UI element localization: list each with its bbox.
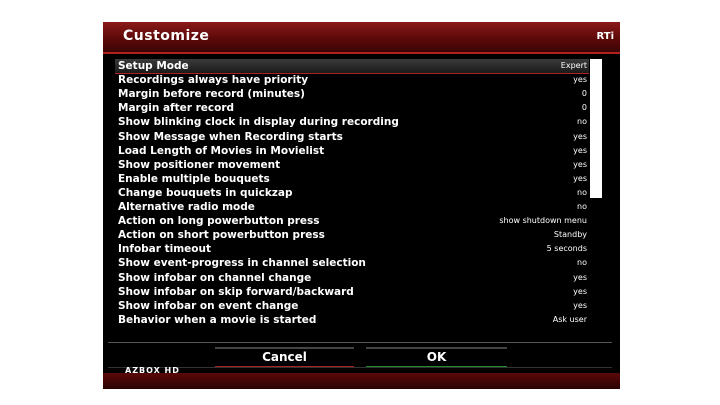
setting-label: Action on long powerbutton press — [118, 215, 320, 228]
divider — [108, 367, 612, 368]
setting-label: Infobar timeout — [118, 243, 211, 256]
divider — [108, 342, 612, 343]
setting-value: yes — [573, 75, 587, 85]
setting-value: no — [577, 187, 587, 197]
setting-row[interactable]: Show infobar on event change yes — [115, 299, 589, 313]
setting-value: yes — [573, 131, 587, 141]
setting-label: Action on short powerbutton press — [118, 229, 325, 242]
setting-row[interactable]: Show Message when Recording starts yes — [115, 130, 589, 144]
window-title: Customize — [123, 28, 210, 44]
setting-row[interactable]: Infobar timeout 5 seconds — [115, 242, 589, 256]
setting-value: yes — [573, 286, 587, 296]
settings-list: Setup Mode Expert Recordings always have p… — [115, 59, 589, 327]
setting-value: Standby — [553, 230, 587, 240]
setting-row[interactable]: Margin before record (minutes) 0 — [115, 87, 589, 101]
setting-label: Alternative radio mode — [118, 201, 255, 213]
setting-label: Show Message when Recording starts — [118, 130, 343, 143]
setting-value: yes — [573, 300, 587, 310]
setting-value: 0 — [581, 103, 587, 113]
setting-label: Show positioner movement — [118, 158, 281, 171]
setting-row[interactable]: Show blinking clock in display during re… — [115, 115, 589, 129]
customize-window: Customize RTi Setup Mode Expert Recordings… — [103, 22, 620, 389]
setting-label: Recordings always have priority — [118, 74, 309, 87]
setting-label: Show infobar on event change — [118, 299, 299, 312]
setting-value: yes — [573, 272, 587, 282]
scrollbar[interactable] — [590, 59, 602, 327]
setting-row[interactable]: Enable multiple bouquets yes — [115, 172, 589, 186]
setting-value: no — [577, 202, 587, 211]
setting-label: Margin after record — [118, 102, 235, 115]
setting-value: 5 seconds — [546, 244, 587, 254]
setting-value: yes — [573, 159, 587, 169]
setting-row[interactable]: Margin after record 0 — [115, 101, 589, 115]
scrollbar-thumb[interactable] — [590, 59, 602, 199]
setting-value: show shutdown menu — [499, 216, 587, 226]
setting-label: Load Length of Movies in Movielist — [118, 144, 325, 157]
setting-label: Setup Mode — [118, 60, 189, 72]
setting-value: Expert — [560, 61, 587, 70]
setting-value: Ask user — [552, 314, 587, 324]
setting-row[interactable]: Load Length of Movies in Movielist yes — [115, 144, 589, 158]
cancel-button[interactable]: Cancel — [215, 347, 354, 368]
setting-label: Margin before record (minutes) — [118, 88, 305, 101]
setting-row[interactable]: Recordings always have priority yes — [115, 73, 589, 87]
setting-value: yes — [573, 173, 587, 183]
setting-row[interactable]: Action on long powerbutton press show shu… — [115, 214, 589, 228]
setting-label: Show infobar on channel change — [118, 271, 312, 284]
setting-row[interactable]: Setup Mode Expert — [115, 59, 589, 74]
setting-row[interactable]: Show infobar on channel change yes — [115, 271, 589, 285]
setting-label: Enable multiple bouquets — [118, 172, 270, 185]
title-bar: Customize RTi — [103, 22, 620, 54]
setting-row[interactable]: Change bouquets in quickzap no — [115, 186, 589, 200]
setting-label: Show blinking clock in display during re… — [118, 116, 399, 129]
setting-value: 0 — [581, 89, 587, 99]
setting-value: yes — [573, 145, 587, 155]
setting-row[interactable]: Action on short powerbutton press Standby — [115, 228, 589, 242]
setting-label: Change bouquets in quickzap — [118, 186, 293, 199]
setting-value: no — [577, 117, 587, 127]
ok-button[interactable]: OK — [366, 347, 507, 368]
setting-value: no — [577, 258, 587, 268]
footer-bar — [103, 373, 620, 389]
setting-row[interactable]: Show infobar on skip forward/backward yes — [115, 285, 589, 299]
setting-row[interactable]: Alternative radio mode no — [115, 200, 589, 214]
setting-label: Show infobar on skip forward/backward — [118, 285, 354, 298]
setting-label: Show event-progress in channel selection — [118, 257, 366, 270]
setting-row[interactable]: Show event-progress in channel selection… — [115, 256, 589, 270]
setting-row[interactable]: Behavior when a movie is started Ask user — [115, 313, 589, 327]
setting-row[interactable]: Show positioner movement yes — [115, 158, 589, 172]
setting-label: Behavior when a movie is started — [118, 313, 317, 326]
channel-logo: RTi — [596, 31, 615, 42]
